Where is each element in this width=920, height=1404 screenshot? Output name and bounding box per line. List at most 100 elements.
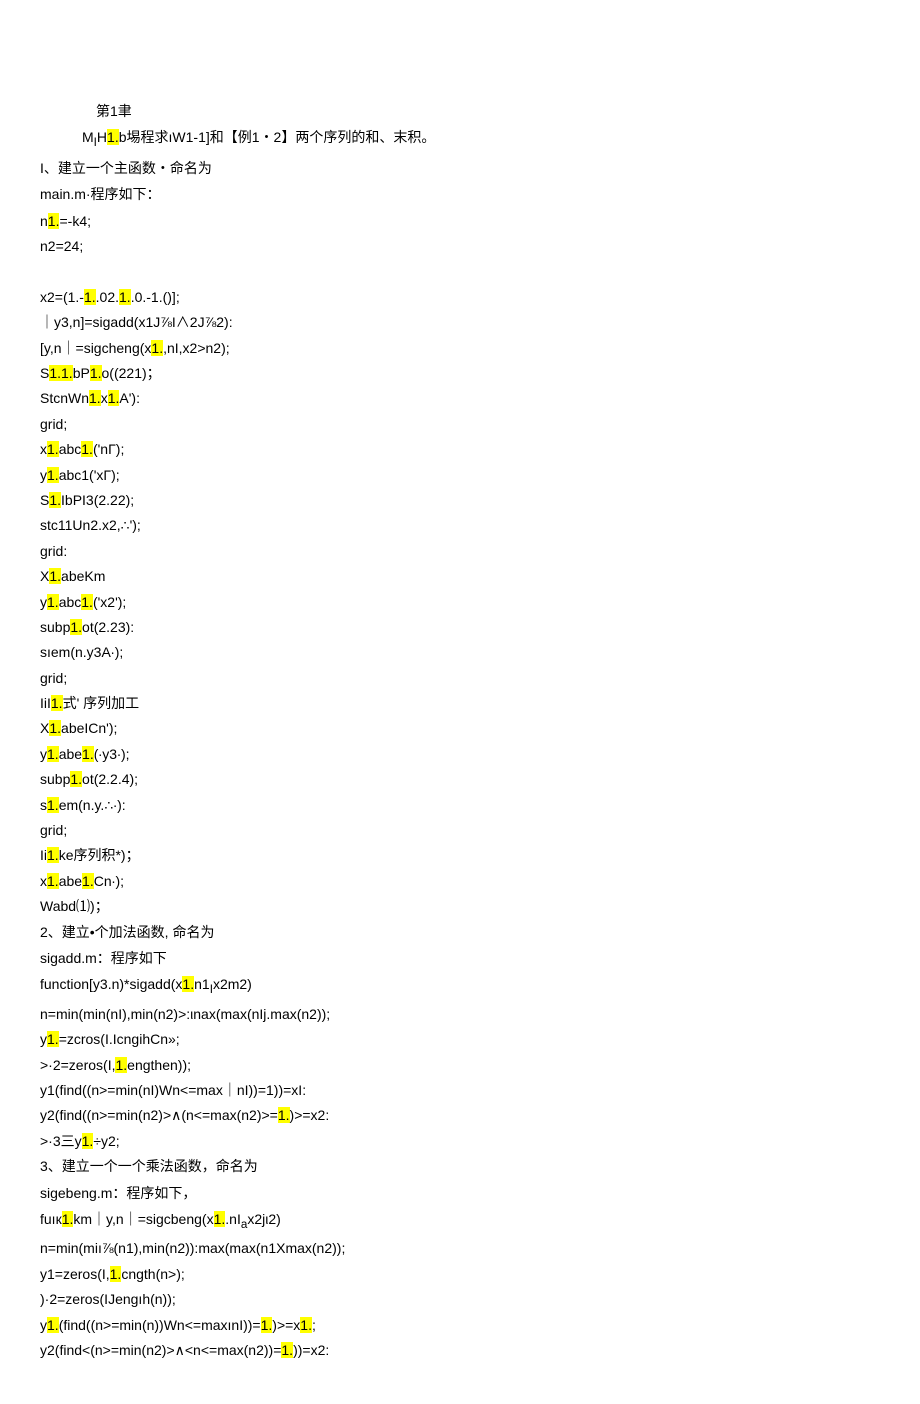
- text: abe: [59, 873, 82, 889]
- highlight: 1.: [300, 1317, 312, 1333]
- text: b埸程求ıW1-1]和【例1・2】两个序列的和、末积。: [119, 129, 436, 145]
- code-line: n=min(miı⅞(n1),min(n2)):max(max(n1Xmax(n…: [40, 1237, 880, 1259]
- highlight: 1.: [47, 873, 59, 889]
- highlight: 1.: [47, 847, 59, 863]
- text: x2=(1.-: [40, 289, 84, 305]
- code-line: IiI1.式' 序列加工: [40, 692, 880, 714]
- text: y2(find((n>=min(n2)>∧(n<=max(n2)>=: [40, 1107, 278, 1123]
- text: S: [40, 492, 49, 508]
- text: ,nI,x2>n2);: [163, 340, 230, 356]
- highlight: 1.: [82, 1133, 94, 1149]
- section-2-sub: sigadd.m：程序如下: [40, 947, 880, 969]
- text: n: [40, 213, 48, 229]
- text: M: [82, 129, 94, 145]
- highlight: 1.: [107, 129, 119, 145]
- code-line: y1=zeros(I,1.cngth(n>);: [40, 1263, 880, 1285]
- text: n1: [194, 976, 210, 992]
- text: cngth(n>);: [121, 1266, 184, 1282]
- text: X: [40, 568, 49, 584]
- code-line: y2(find<(n>=min(n2)>∧<n<=max(n2))=1.))=x…: [40, 1339, 880, 1361]
- text: km｜y,n｜=sigcbeng(x: [73, 1211, 213, 1227]
- highlight: 1.: [51, 695, 63, 711]
- highlight: 1.: [62, 1211, 74, 1227]
- chapter-heading: 第1聿: [40, 100, 880, 122]
- code-line: n1.=-k4;: [40, 210, 880, 232]
- text: abc: [59, 594, 82, 610]
- code-line: grid;: [40, 819, 880, 841]
- highlight: 1.: [119, 289, 131, 305]
- text: y1=zeros(I,: [40, 1266, 110, 1282]
- code-line: grid;: [40, 413, 880, 435]
- text: (∙y3∙);: [94, 746, 130, 762]
- highlight: 1.: [110, 1266, 122, 1282]
- code-line: y1(find((n>=min(nI)Wn<=max｜nI))=1))=xI:: [40, 1079, 880, 1101]
- code-line: y1.abe1.(∙y3∙);: [40, 743, 880, 765]
- text: 式' 序列加工: [63, 695, 140, 711]
- text: y: [40, 594, 47, 610]
- text: abeICn');: [61, 720, 117, 736]
- text: .0.-1.()];: [131, 289, 180, 305]
- text: y: [40, 1031, 47, 1047]
- code-line: S1.IbPI3(2.22);: [40, 489, 880, 511]
- highlight: 1.: [47, 746, 59, 762]
- text: y2(find<(n>=min(n2)>∧<n<=max(n2))=: [40, 1342, 281, 1358]
- text: x2m2): [213, 976, 252, 992]
- code-line: y1.(find((n>=min(n))Wn<=maxınI))=1.)>=x1…: [40, 1314, 880, 1336]
- highlight: 1.: [261, 1317, 273, 1333]
- highlight: 1.: [47, 594, 59, 610]
- text: bP: [73, 365, 90, 381]
- text: abeKm: [61, 568, 105, 584]
- highlight: 1.: [90, 365, 102, 381]
- code-line: n2=24;: [40, 235, 880, 257]
- code-line: sıem(n.y3A∙);: [40, 641, 880, 663]
- text: ot(2.23):: [82, 619, 134, 635]
- code-line: x1.abc1.('nΓ);: [40, 438, 880, 460]
- code-line: function[y3.n)*sigadd(x1.n1Ix2m2): [40, 973, 880, 999]
- section-2-title: 2、建立•个加法函数, 命名为: [40, 921, 880, 943]
- text: .nI: [225, 1211, 241, 1227]
- text: (find((n>=min(n))Wn<=maxınI))=: [59, 1317, 261, 1333]
- code-line: StcnWn1.x1.A'):: [40, 387, 880, 409]
- highlight: 1.: [182, 976, 194, 992]
- highlight: 1.1.: [49, 365, 72, 381]
- text: Cn∙);: [94, 873, 124, 889]
- highlight: 1.: [49, 492, 61, 508]
- section-3-title: 3、建立一个一个乘法函数，命名为: [40, 1155, 880, 1177]
- text: )>=x: [272, 1317, 300, 1333]
- text: o((221)；: [102, 365, 161, 381]
- intro-line: MIH1.b埸程求ıW1-1]和【例1・2】两个序列的和、末积。: [40, 126, 880, 152]
- highlight: 1.: [278, 1107, 290, 1123]
- text: x: [40, 873, 47, 889]
- code-line: n=min(min(nI),min(n2)>:ιnax(max(nIj.max(…: [40, 1003, 880, 1025]
- highlight: 1.: [48, 213, 60, 229]
- highlight: 1.: [81, 441, 93, 457]
- text: abc: [59, 441, 82, 457]
- text: IiI: [40, 695, 51, 711]
- text: fuıк: [40, 1211, 62, 1227]
- text: x: [40, 441, 47, 457]
- text: >·2=zeros(I,: [40, 1057, 115, 1073]
- text: Ii: [40, 847, 47, 863]
- highlight: 1.: [47, 797, 59, 813]
- text: y: [40, 1317, 47, 1333]
- text: em(n.y.∴∙):: [59, 797, 126, 813]
- highlight: 1.: [115, 1057, 127, 1073]
- highlight: 1.: [47, 467, 59, 483]
- highlight: 1.: [47, 441, 59, 457]
- text: )>=x2:: [290, 1107, 330, 1123]
- text: engthen));: [127, 1057, 191, 1073]
- code-line: Ii1.ke序列积*)；: [40, 844, 880, 866]
- highlight: 1.: [108, 390, 120, 406]
- highlight: 1.: [281, 1342, 293, 1358]
- document-page: 第1聿 MIH1.b埸程求ıW1-1]和【例1・2】两个序列的和、末积。 I、建…: [0, 0, 920, 1404]
- code-line: >·2=zeros(I,1.engthen));: [40, 1054, 880, 1076]
- code-line: y2(find((n>=min(n2)>∧(n<=max(n2)>=1.)>=x…: [40, 1104, 880, 1126]
- text: X: [40, 720, 49, 736]
- code-line: )·2=zeros(IJengıh(n));: [40, 1288, 880, 1310]
- text: ;: [312, 1317, 316, 1333]
- code-line: x2=(1.-1..02.1..0.-1.()];: [40, 286, 880, 308]
- highlight: 1.: [89, 390, 101, 406]
- text: S: [40, 365, 49, 381]
- highlight: 1.: [47, 1031, 59, 1047]
- code-line: Wabd⑴)；: [40, 895, 880, 917]
